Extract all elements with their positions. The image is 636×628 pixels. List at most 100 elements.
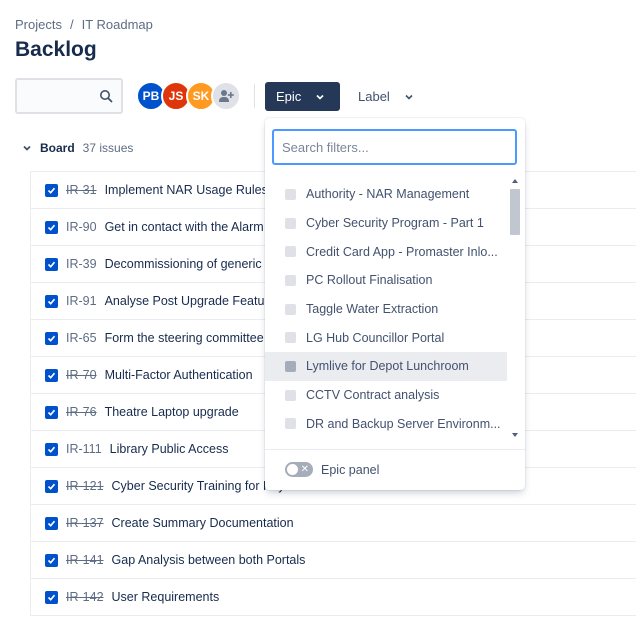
epic-option-label: Cyber Security Program - Part 1 xyxy=(306,216,484,231)
issue-key[interactable]: IR-90 xyxy=(66,220,97,234)
issue-summary[interactable]: Library Public Access xyxy=(110,442,229,456)
issue-summary[interactable]: User Requirements xyxy=(112,590,220,604)
table-row[interactable]: IR-142 User Requirements xyxy=(30,579,636,616)
option-checkbox[interactable] xyxy=(285,332,296,344)
issue-checkbox[interactable] xyxy=(45,183,58,197)
issue-checkbox[interactable] xyxy=(45,405,58,419)
epic-option-label: LG Hub Councillor Portal xyxy=(306,330,445,345)
scroll-up-arrow-icon[interactable] xyxy=(512,179,518,183)
epic-filter-button[interactable]: Epic xyxy=(265,82,340,111)
epic-panel-toggle[interactable]: ✕ xyxy=(285,462,313,477)
close-icon: ✕ xyxy=(300,464,309,475)
option-checkbox[interactable] xyxy=(285,389,296,401)
checkmark-icon xyxy=(47,446,56,453)
issue-checkbox[interactable] xyxy=(45,479,58,493)
breadcrumb-project-link[interactable]: IT Roadmap xyxy=(82,17,153,32)
epic-option[interactable]: CCTV Contract analysis xyxy=(265,381,507,410)
issue-summary[interactable]: Theatre Laptop upgrade xyxy=(105,405,239,419)
checkmark-icon xyxy=(47,520,56,527)
board-title: Board xyxy=(40,141,75,155)
toggle-knob xyxy=(287,464,298,475)
epic-option[interactable]: Taggle Water Extraction xyxy=(265,295,507,324)
checkmark-icon xyxy=(47,594,56,601)
epic-option-label: Authority - NAR Management xyxy=(306,187,470,202)
option-checkbox[interactable] xyxy=(285,217,296,229)
checkmark-icon xyxy=(47,409,56,416)
issue-key[interactable]: IR-121 xyxy=(66,479,104,493)
checkmark-icon xyxy=(47,483,56,490)
search-box[interactable] xyxy=(15,78,123,114)
table-row[interactable]: IR-141 Gap Analysis between both Portals xyxy=(30,542,636,579)
add-people-button[interactable] xyxy=(211,81,241,111)
issue-checkbox[interactable] xyxy=(45,590,58,604)
epic-option[interactable]: Credit Card App - Promaster Inlo... xyxy=(265,237,507,266)
chevron-down-icon xyxy=(405,94,413,100)
epic-option[interactable]: Authority - NAR Management xyxy=(265,180,507,209)
epic-option-label: Credit Card App - Promaster Inlo... xyxy=(306,244,498,259)
epic-option[interactable]: PC Rollout Finalisation xyxy=(265,266,507,295)
issue-summary[interactable]: Analyse Post Upgrade Feature xyxy=(105,294,276,308)
epic-panel-label: Epic panel xyxy=(321,462,380,477)
chevron-down-icon xyxy=(316,94,324,100)
issue-summary[interactable]: Get in contact with the Alarm xyxy=(105,220,264,234)
issue-checkbox[interactable] xyxy=(45,331,58,345)
issue-key[interactable]: IR-91 xyxy=(66,294,97,308)
filter-search-input[interactable] xyxy=(272,129,517,165)
epic-option[interactable]: LG Hub Councillor Portal xyxy=(265,323,507,352)
issue-key[interactable]: IR-137 xyxy=(66,516,104,530)
issue-checkbox[interactable] xyxy=(45,368,58,382)
option-checkbox[interactable] xyxy=(285,418,296,430)
issue-summary[interactable]: Create Summary Documentation xyxy=(112,516,294,530)
breadcrumb: Projects / IT Roadmap xyxy=(15,17,153,32)
issue-checkbox[interactable] xyxy=(45,442,58,456)
board-header[interactable]: Board 37 issues xyxy=(22,141,133,155)
issue-key[interactable]: IR-70 xyxy=(66,368,97,382)
issue-checkbox[interactable] xyxy=(45,220,58,234)
options-scrollbar[interactable] xyxy=(508,175,522,441)
checkmark-icon xyxy=(47,557,56,564)
epic-option[interactable]: Cyber Security Program - Part 1 xyxy=(265,209,507,238)
scrollbar-thumb[interactable] xyxy=(510,189,520,235)
epic-option-label: PC Rollout Finalisation xyxy=(306,273,433,288)
checkmark-icon xyxy=(47,335,56,342)
option-checkbox[interactable] xyxy=(285,360,296,372)
issue-summary[interactable]: Form the steering committee xyxy=(105,331,264,345)
issue-key[interactable]: IR-141 xyxy=(66,553,104,567)
page-title: Backlog xyxy=(15,38,97,61)
checkmark-icon xyxy=(47,224,56,231)
checkmark-icon xyxy=(47,298,56,305)
issue-key[interactable]: IR-142 xyxy=(66,590,104,604)
issue-summary[interactable]: Implement NAR Usage Rules xyxy=(105,183,268,197)
checkmark-icon xyxy=(47,372,56,379)
scroll-down-arrow-icon[interactable] xyxy=(512,433,518,437)
issue-summary[interactable]: Gap Analysis between both Portals xyxy=(112,553,306,567)
table-row[interactable]: IR-137 Create Summary Documentation xyxy=(30,505,636,542)
avatar-initials: SK xyxy=(192,89,210,103)
issue-key[interactable]: IR-39 xyxy=(66,257,97,271)
option-checkbox[interactable] xyxy=(285,303,296,315)
issue-summary[interactable]: Decommissioning of generic xyxy=(105,257,262,271)
option-checkbox[interactable] xyxy=(285,274,296,286)
issue-key[interactable]: IR-76 xyxy=(66,405,97,419)
option-checkbox[interactable] xyxy=(285,188,296,200)
epic-option-label: CCTV Contract analysis xyxy=(306,388,440,403)
chevron-down-icon[interactable] xyxy=(22,143,32,153)
issue-checkbox[interactable] xyxy=(45,294,58,308)
breadcrumb-projects-link[interactable]: Projects xyxy=(15,17,62,32)
issue-checkbox[interactable] xyxy=(45,257,58,271)
epic-option[interactable]: DR and Backup Server Environm... xyxy=(265,410,507,439)
issue-key[interactable]: IR-111 xyxy=(66,442,102,456)
issue-key[interactable]: IR-65 xyxy=(66,331,97,345)
issue-checkbox[interactable] xyxy=(45,516,58,530)
issue-summary[interactable]: Multi-Factor Authentication xyxy=(105,368,253,382)
search-input[interactable] xyxy=(17,80,97,112)
epic-panel-toggle-row[interactable]: ✕ Epic panel xyxy=(285,462,379,477)
issue-key[interactable]: IR-31 xyxy=(66,183,97,197)
epic-option[interactable]: Lymlive for Depot Lunchroom xyxy=(265,352,507,381)
epic-filter-label: Epic xyxy=(276,89,302,104)
assignee-avatars: PB JS SK xyxy=(136,81,241,111)
issue-checkbox[interactable] xyxy=(45,553,58,567)
label-filter-button[interactable]: Label xyxy=(350,82,414,111)
dropdown-divider xyxy=(265,449,525,450)
option-checkbox[interactable] xyxy=(285,246,296,258)
